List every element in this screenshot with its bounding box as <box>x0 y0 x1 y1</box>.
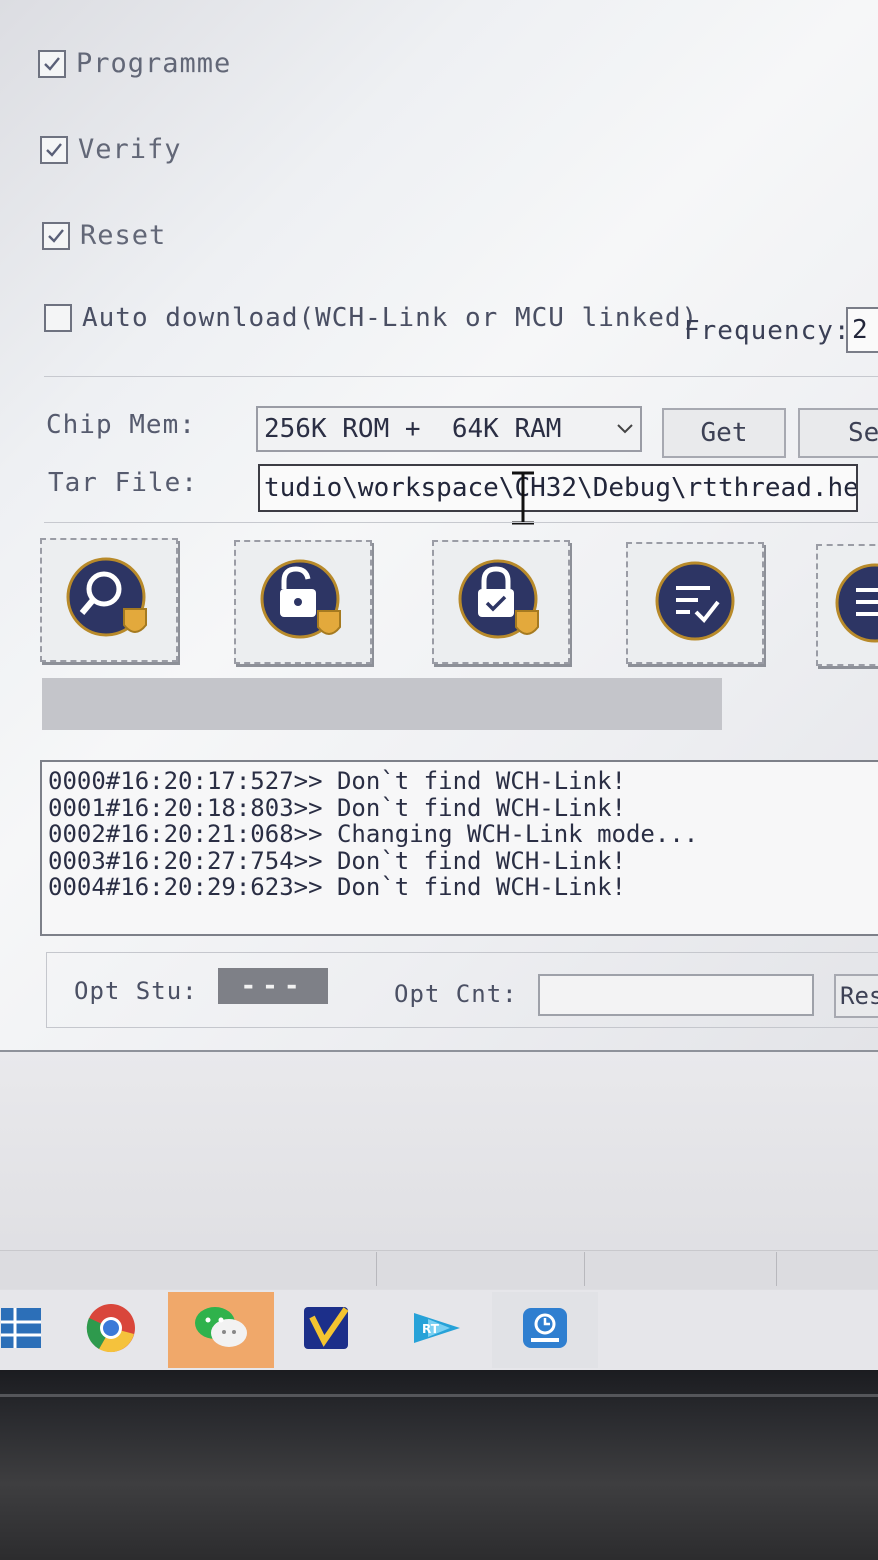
reset-check-icon <box>42 221 70 250</box>
log-output[interactable]: 0000#16:20:17:527>> Don`t find WCH-Link!… <box>40 760 878 936</box>
opt-cnt-label: Opt Cnt: <box>394 980 518 1008</box>
tar-file-input[interactable]: tudio\workspace\CH32\Debug\rtthread.hex <box>258 464 858 512</box>
auto-download-label: Auto download(WCH-Link or MCU linked) <box>82 303 699 333</box>
start-tiles-icon <box>1 1306 45 1354</box>
log-line: 0000#16:20:17:527>> Don`t find WCH-Link! <box>48 767 626 795</box>
log-line: 0002#16:20:21:068>> Changing WCH-Link mo… <box>48 820 699 848</box>
taskbar-rt-thread-studio[interactable]: RT <box>384 1292 490 1368</box>
frequency-label: Frequency: <box>684 316 851 346</box>
divider <box>776 1252 777 1286</box>
taskbar-wch-link-utility[interactable] <box>492 1292 598 1368</box>
query-chip-icon <box>66 555 152 645</box>
divider <box>376 1252 377 1286</box>
wechat-icon <box>193 1305 249 1355</box>
verify-label: Verify <box>78 134 182 165</box>
taskbar-wechat[interactable] <box>168 1292 274 1368</box>
verify-check-icon <box>40 135 68 164</box>
wch-link-utility-icon <box>521 1306 569 1354</box>
tar-file-value: tudio\workspace\CH32\Debug\rtthread.hex <box>264 473 858 503</box>
chrome-icon <box>85 1302 137 1358</box>
opt-stu-label: Opt Stu: <box>74 977 198 1005</box>
programme-label: Programme <box>76 48 232 79</box>
visual-studio-icon <box>302 1303 356 1357</box>
erase-verify-icon <box>652 558 738 648</box>
window-strip <box>0 1250 878 1289</box>
unprotect-icon <box>260 557 346 647</box>
auto-download-box <box>44 304 72 332</box>
chip-mem-label: Chip Mem: <box>46 410 196 440</box>
log-line: 0004#16:20:29:623>> Don`t find WCH-Link! <box>48 873 626 901</box>
svg-text:RT: RT <box>422 1322 440 1336</box>
chip-mem-value: 256K ROM + 64K RAM <box>264 414 562 444</box>
download-icon <box>832 560 878 650</box>
protect-button[interactable] <box>432 540 570 664</box>
chip-mem-select[interactable]: 256K ROM + 64K RAM <box>256 406 642 452</box>
get-button[interactable]: Get <box>662 408 786 458</box>
frequency-value: 2 <box>852 315 868 345</box>
opt-cnt-field[interactable] <box>538 974 814 1016</box>
divider <box>44 376 878 377</box>
monitor-bezel <box>0 1370 878 1560</box>
divider <box>0 1394 878 1397</box>
set-button[interactable]: Se <box>798 408 878 458</box>
erase-verify-button[interactable] <box>626 542 764 664</box>
chevron-down-icon <box>610 423 640 435</box>
taskbar-visual-studio[interactable] <box>276 1292 382 1368</box>
reset-count-button[interactable]: Res <box>834 974 878 1018</box>
reset-checkbox[interactable]: Reset <box>42 220 166 251</box>
unprotect-button[interactable] <box>234 540 372 664</box>
verify-checkbox[interactable]: Verify <box>40 134 182 165</box>
log-line: 0003#16:20:27:754>> Don`t find WCH-Link! <box>48 846 626 875</box>
download-button[interactable] <box>816 544 878 666</box>
programme-checkbox[interactable]: Programme <box>38 48 231 79</box>
auto-download-checkbox[interactable]: Auto download(WCH-Link or MCU linked) <box>44 303 698 333</box>
query-chip-button[interactable] <box>40 538 178 662</box>
log-line: 0001#16:20:18:803>> Don`t find WCH-Link! <box>48 793 626 822</box>
divider <box>44 522 878 523</box>
frequency-select[interactable]: 2 <box>846 307 878 353</box>
programme-check-icon <box>38 49 66 78</box>
progress-bar <box>42 678 722 730</box>
taskbar-chrome[interactable] <box>58 1292 164 1368</box>
divider <box>584 1252 585 1286</box>
opt-stu-value: --- <box>218 968 328 1004</box>
protect-icon <box>458 557 544 647</box>
rt-thread-studio-icon: RT <box>410 1305 464 1355</box>
text-cursor-icon <box>506 470 540 526</box>
reset-label: Reset <box>80 220 167 251</box>
tar-file-label: Tar File: <box>48 468 198 498</box>
